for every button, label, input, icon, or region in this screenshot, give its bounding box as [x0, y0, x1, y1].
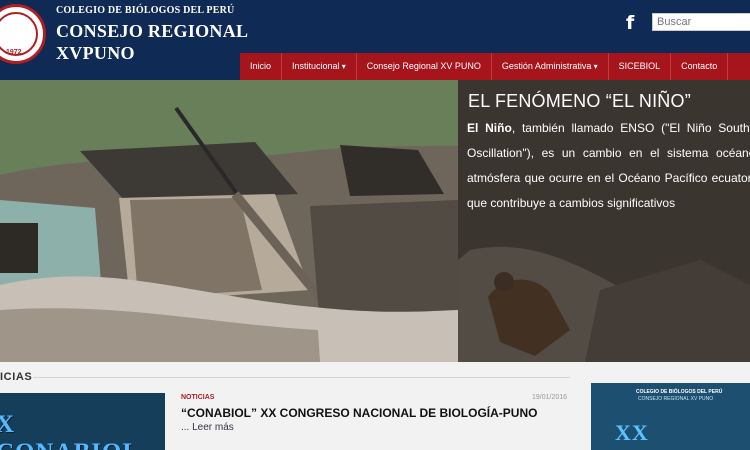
- banner-conabiol-text: XX CONABIOL: [615, 420, 742, 450]
- search-input[interactable]: [652, 13, 750, 31]
- nav-sicebiol[interactable]: SICEBIOL: [609, 53, 672, 80]
- hero-description: El Niño, también llamado ENSO ("El Niño …: [467, 116, 750, 216]
- facebook-icon[interactable]: f: [626, 14, 640, 33]
- banner-college-name: COLEGIO DE BIÓLOGOS DEL PERÚ: [636, 389, 723, 395]
- organization-name: COLEGIO DE BIÓLOGOS DEL PERÚ: [56, 5, 235, 16]
- news-category[interactable]: NOTICIAS: [181, 394, 214, 401]
- conabiol-banner[interactable]: COLEGIO DE BIÓLOGOS DEL PERÚ CONSEJO REG…: [591, 383, 750, 450]
- site-header: 1972 COLEGIO DE BIÓLOGOS DEL PERÚ CONSEJ…: [0, 0, 750, 80]
- site-title: CONSEJO REGIONAL XVPUNO: [56, 20, 248, 64]
- thumbnail-conabiol-text: X CONABIOL: [0, 411, 139, 450]
- news-headline[interactable]: “CONABIOL” XX CONGRESO NACIONAL DE BIOLO…: [181, 406, 571, 420]
- news-date: 19/01/2016: [532, 394, 568, 401]
- nav-contacto[interactable]: Contacto: [671, 53, 729, 80]
- college-logo[interactable]: 1972: [0, 4, 46, 64]
- hero-slider[interactable]: EL FENÓMENO “EL NIÑO” El Niño, también l…: [0, 80, 750, 362]
- site-title-line1: CONSEJO REGIONAL: [56, 21, 249, 41]
- main-navigation: Inicio Institucional Consejo Regional XV…: [240, 53, 750, 80]
- news-divider: [33, 377, 570, 378]
- nav-institucional[interactable]: Institucional: [282, 53, 357, 80]
- hero-title[interactable]: EL FENÓMENO “EL NIÑO”: [468, 91, 691, 112]
- nav-consejo-regional[interactable]: Consejo Regional XV PUNO: [357, 53, 492, 80]
- news-thumbnail[interactable]: X CONABIOL: [0, 393, 165, 450]
- banner-council-name: CONSEJO REGIONAL XV PUNO: [638, 396, 714, 402]
- nav-gestion-administrativa[interactable]: Gestión Administrativa: [492, 53, 609, 80]
- nav-inicio[interactable]: Inicio: [240, 53, 283, 80]
- read-more-link[interactable]: ... Leer más: [181, 422, 234, 433]
- hero-description-bold: El Niño: [467, 121, 512, 135]
- logo-year: 1972: [6, 49, 22, 56]
- site-title-line2: XVPUNO: [56, 43, 135, 63]
